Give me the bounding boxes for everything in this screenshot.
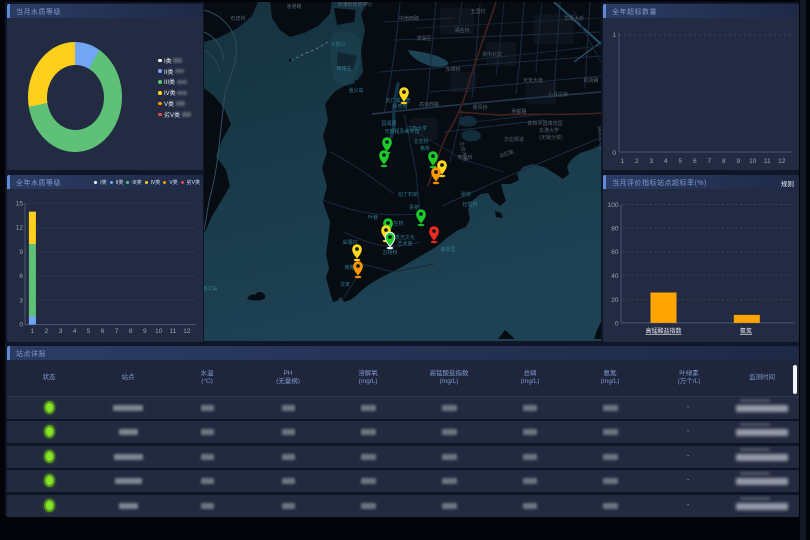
svg-text:机场路: 机场路 [583,77,598,84]
svg-text:6: 6 [101,328,105,335]
svg-text:7: 7 [707,158,711,165]
svg-text:天津新体育中心: 天津新体育中心 [337,2,372,8]
svg-text:9: 9 [19,249,23,256]
svg-text:11: 11 [764,158,771,165]
svg-text:7: 7 [115,328,119,335]
svg-text:大箕山: 大箕山 [330,41,345,48]
svg-text:古杨桥: 古杨桥 [382,249,397,256]
svg-text:高锰酸盐指数: 高锰酸盐指数 [645,327,681,335]
svg-text:8: 8 [722,158,726,165]
svg-text:东港大学: 东港大学 [539,127,559,134]
svg-text:滨湖区: 滨湖区 [416,35,431,42]
svg-text:北定桥: 北定桥 [413,138,428,145]
svg-text:6: 6 [19,273,23,280]
svg-text:西施庄: 西施庄 [336,65,351,72]
svg-text:12: 12 [16,225,24,232]
svg-text:小旦庄桥: 小旦庄桥 [548,91,568,98]
svg-text:11: 11 [170,328,177,335]
svg-text:社理桥: 社理桥 [462,201,477,208]
svg-text:5: 5 [678,158,682,165]
svg-text:4: 4 [664,158,668,165]
svg-text:9: 9 [736,158,740,165]
svg-text:艺术宫: 艺术宫 [397,240,412,247]
svg-text:(无锡分校): (无锡分校) [539,134,563,141]
svg-text:5: 5 [87,328,91,335]
svg-text:惠风桥: 惠风桥 [472,104,487,111]
svg-text:发光文化: 发光文化 [395,234,415,241]
svg-text:青桥: 青桥 [409,204,419,211]
svg-text:天安大桥: 天安大桥 [523,77,543,84]
svg-text:3: 3 [649,158,653,165]
svg-text:10: 10 [155,328,163,335]
svg-text:格桥: 格桥 [420,145,430,152]
svg-text:2: 2 [635,158,639,165]
svg-text:叶巷: 叶巷 [368,214,378,221]
svg-text:2: 2 [45,328,49,335]
svg-text:1: 1 [31,328,35,335]
svg-text:6: 6 [693,158,697,165]
svg-text:清名桥: 清名桥 [454,27,469,34]
svg-text:100: 100 [608,202,619,209]
svg-text:渔港路: 渔港路 [286,3,301,10]
svg-text:沈家: 沈家 [340,281,350,288]
svg-text:伯丁石桥: 伯丁石桥 [398,191,418,198]
svg-text:东绛桥: 东绛桥 [445,66,460,73]
svg-text:无锡程及美术馆: 无锡程及美术馆 [384,128,419,135]
svg-text:园润居: 园润居 [381,120,396,127]
svg-text:9: 9 [143,328,147,335]
svg-text:1: 1 [612,32,616,39]
svg-text:0: 0 [19,322,23,329]
svg-text:高浪西路: 高浪西路 [419,101,439,108]
svg-text:华庄街道: 华庄街道 [504,136,524,143]
svg-text:张桥: 张桥 [461,191,471,198]
svg-text:12: 12 [778,158,786,165]
svg-text:3: 3 [19,297,23,304]
svg-text:10: 10 [749,158,757,165]
svg-text:渔父岛: 渔父岛 [348,87,363,94]
svg-text:吴都路: 吴都路 [511,108,526,115]
svg-text:华清大桥: 华清大桥 [564,15,584,22]
svg-text:0: 0 [615,320,619,327]
svg-text:渔父岛: 渔父岛 [204,285,218,292]
svg-text:五里村: 五里村 [470,8,485,15]
svg-text:薛家里: 薛家里 [440,246,455,253]
svg-text:0: 0 [612,150,616,157]
svg-text:3: 3 [59,328,63,335]
svg-text:60: 60 [611,249,619,256]
svg-text:80: 80 [611,226,619,233]
svg-text:炼和中国博览园: 炼和中国博览园 [527,120,562,127]
svg-text:氨氮: 氨氮 [740,327,752,335]
svg-text:4: 4 [73,328,77,335]
svg-text:石皮桥: 石皮桥 [230,15,245,22]
svg-text:15: 15 [16,200,24,207]
svg-text:8: 8 [129,328,133,335]
svg-text:12: 12 [183,328,191,335]
svg-text:中南西路: 中南西路 [399,15,419,22]
svg-text:40: 40 [611,273,619,280]
svg-text:1: 1 [620,158,624,165]
svg-text:梁中北交: 梁中北交 [482,51,502,58]
svg-text:20: 20 [611,297,619,304]
